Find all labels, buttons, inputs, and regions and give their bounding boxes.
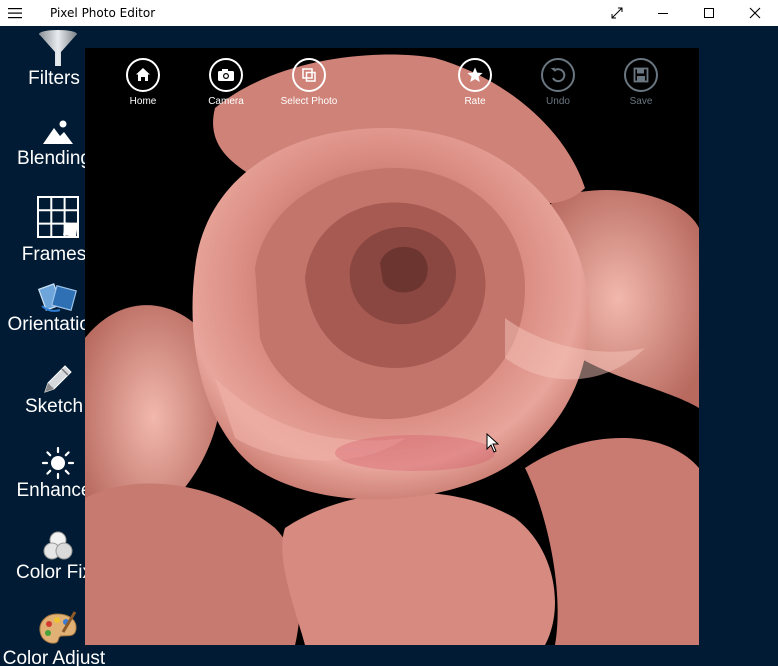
select-photo-label: Select Photo	[280, 96, 338, 107]
select-photo-button[interactable]: Select Photo	[269, 58, 349, 107]
undo-button[interactable]: Undo	[518, 58, 598, 107]
undo-icon	[541, 58, 575, 92]
hamburger-menu-icon[interactable]	[0, 0, 30, 26]
save-icon	[624, 58, 658, 92]
sidebar-item-label: Color Adjust	[2, 648, 106, 666]
save-button[interactable]: Save	[601, 58, 681, 107]
fullscreen-icon[interactable]	[594, 0, 640, 26]
select-photo-icon	[292, 58, 326, 92]
home-button[interactable]: Home	[103, 58, 183, 107]
star-icon	[458, 58, 492, 92]
title-bar: Pixel Photo Editor	[0, 0, 778, 26]
top-toolbar: Home Camera Select Photo Rate Undo Save	[0, 58, 778, 114]
mouse-cursor-icon	[486, 432, 500, 458]
app-title: Pixel Photo Editor	[50, 6, 156, 20]
rate-button[interactable]: Rate	[435, 58, 515, 107]
save-label: Save	[629, 96, 653, 107]
close-icon[interactable]	[732, 0, 778, 26]
home-label: Home	[129, 96, 157, 107]
camera-label: Camera	[208, 96, 244, 107]
maximize-icon[interactable]	[686, 0, 732, 26]
home-icon	[126, 58, 160, 92]
minimize-icon[interactable]	[640, 0, 686, 26]
camera-icon	[209, 58, 243, 92]
camera-button[interactable]: Camera	[186, 58, 266, 107]
photo-canvas[interactable]	[85, 48, 699, 645]
rate-label: Rate	[464, 96, 486, 107]
undo-label: Undo	[546, 96, 570, 107]
